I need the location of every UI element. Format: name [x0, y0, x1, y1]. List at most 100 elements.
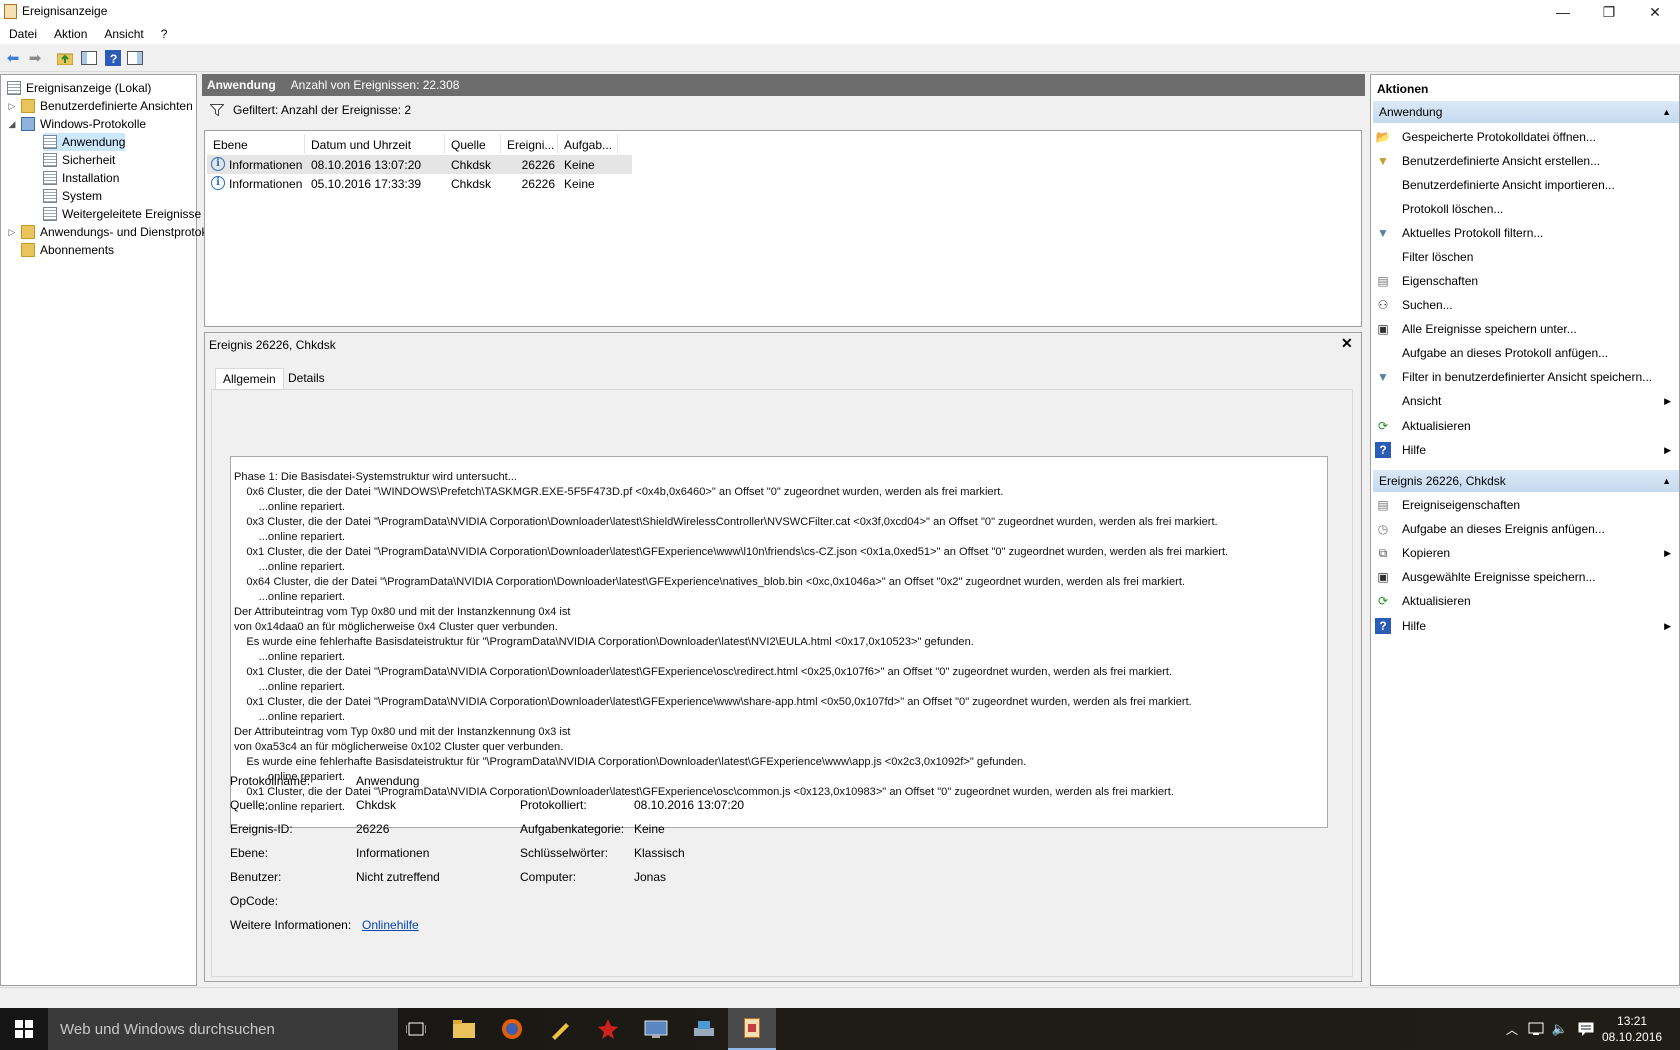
tree-custom-views[interactable]: ▷ Benutzerdefinierte Ansichten — [7, 97, 193, 115]
column-header-task[interactable]: Aufgab... — [558, 134, 618, 154]
help-icon[interactable]: ? — [104, 49, 122, 67]
info-icon: i — [211, 157, 225, 171]
network-icon[interactable] — [1524, 1008, 1548, 1050]
detail-title: Ereignis 26226, Chkdsk — [209, 338, 336, 352]
up-folder-icon[interactable] — [56, 49, 74, 67]
action-properties[interactable]: ▤ Eigenschaften — [1375, 271, 1675, 291]
action-import-custom-view[interactable]: Benutzerdefinierte Ansicht importieren..… — [1375, 175, 1675, 195]
action-label: Filter in benutzerdefinierter Ansicht sp… — [1402, 370, 1653, 384]
row-level: Informationen — [229, 177, 303, 191]
menu-datei[interactable]: Datei — [0, 24, 45, 41]
tree-app-services[interactable]: ▷ Anwendungs- und Dienstprotokolle — [7, 223, 226, 241]
close-detail-icon[interactable]: ✕ — [1341, 335, 1353, 352]
action-save-all-events[interactable]: ▣ Alle Ereignisse speichern unter... — [1375, 319, 1675, 339]
action-clear-filter[interactable]: Filter löschen — [1375, 247, 1675, 267]
taskbar-search-input[interactable]: Web und Windows durchsuchen — [48, 1008, 398, 1050]
minimize-button[interactable]: — — [1540, 0, 1586, 24]
column-header-ebene[interactable]: Ebene — [207, 134, 305, 154]
expand-arrow-icon[interactable]: ▷ — [7, 227, 17, 238]
description-scrollbar[interactable]: ⌃ ⌄ — [1326, 523, 1327, 827]
menu-help[interactable]: ? — [152, 24, 176, 41]
log-icon — [43, 135, 57, 149]
online-help-link[interactable]: Onlinehilfe — [362, 918, 419, 932]
column-header-eventid[interactable]: Ereigni... — [501, 134, 558, 154]
windows-start-icon[interactable] — [0, 1008, 48, 1050]
action-attach-task-log[interactable]: Aufgabe an dieses Protokoll anfügen... — [1375, 343, 1675, 363]
action-refresh-event[interactable]: ⟳ Aktualisieren — [1375, 591, 1675, 611]
menu-aktion[interactable]: Aktion — [45, 24, 95, 41]
refresh-icon: ⟳ — [1377, 594, 1389, 608]
tree-windows-logs[interactable]: ◢ Windows-Protokolle — [7, 115, 146, 133]
back-arrow-icon[interactable]: ⬅ — [4, 49, 22, 67]
table-row[interactable]: i Informationen 05.10.2016 17:33:39 Chkd… — [207, 174, 632, 193]
collapse-arrow-icon[interactable]: ◢ — [7, 119, 17, 130]
action-save-filter-custom-view[interactable]: ▼ Filter in benutzerdefinierter Ansicht s… — [1375, 367, 1675, 387]
action-help-event[interactable]: ? Hilfe ▶ — [1375, 616, 1675, 636]
open-folder-icon: 📂 — [1375, 130, 1391, 144]
label-opcode: OpCode: — [230, 894, 279, 908]
submenu-arrow-icon: ▶ — [1664, 395, 1671, 406]
action-open-saved-log[interactable]: 📂 Gespeicherte Protokolldatei öffnen... — [1375, 127, 1675, 147]
action-search[interactable]: ⚇ Suchen... — [1375, 295, 1675, 315]
maximize-button[interactable]: ❐ — [1586, 0, 1632, 24]
column-header-quelle[interactable]: Quelle — [445, 134, 501, 154]
table-row[interactable]: i Informationen 08.10.2016 13:07:20 Chkd… — [207, 155, 632, 174]
action-attach-task-event[interactable]: ◷ Aufgabe an dieses Ereignis anfügen... — [1375, 519, 1675, 539]
close-button[interactable]: ✕ — [1632, 0, 1678, 24]
section-event[interactable]: Ereignis 26226, Chkdsk ▲ — [1373, 470, 1679, 492]
collapse-arrow-icon[interactable]: ▲ — [1662, 107, 1671, 117]
help-icon: ? — [1375, 618, 1391, 634]
tree-subscriptions[interactable]: Abonnements — [21, 241, 114, 259]
disk-app-icon[interactable] — [680, 1008, 728, 1050]
event-viewer-taskbar-icon[interactable] — [728, 1008, 776, 1050]
action-filter-log[interactable]: ▼ Aktuelles Protokoll filtern... — [1375, 223, 1675, 243]
notifications-icon[interactable] — [1572, 1008, 1600, 1050]
action-save-selected[interactable]: ▣ Ausgewählte Ereignisse speichern... — [1375, 567, 1675, 587]
center-pane: Anwendung Anzahl von Ereignissen: 22.308 … — [202, 74, 1365, 986]
event-detail-pane: Ereignis 26226, Chkdsk ✕ Allgemein Detai… — [204, 332, 1362, 982]
red-app-icon[interactable] — [584, 1008, 632, 1050]
volume-icon[interactable]: 🔈 — [1548, 1008, 1572, 1050]
action-view[interactable]: Ansicht ▶ — [1375, 391, 1675, 411]
action-label: Benutzerdefinierte Ansicht erstellen... — [1402, 154, 1601, 168]
section-anwendung[interactable]: Anwendung ▲ — [1373, 101, 1679, 123]
row-eventid: 26226 — [521, 158, 555, 172]
tree-item-weitergeleitete[interactable]: Weitergeleitete Ereignisse — [43, 205, 201, 223]
tab-allgemein[interactable]: Allgemein — [215, 368, 284, 390]
tree-item-anwendung[interactable]: Anwendung — [43, 133, 126, 151]
tree-root[interactable]: Ereignisanzeige (Lokal) — [7, 79, 151, 97]
clock[interactable]: 13:21 08.10.2016 — [1602, 1013, 1662, 1045]
show-hide-action-pane-icon[interactable] — [126, 49, 144, 67]
filter-icon — [210, 104, 224, 116]
tree-item-system[interactable]: System — [43, 187, 102, 205]
tree-item-installation[interactable]: Installation — [43, 169, 119, 187]
tab-details[interactable]: Details — [281, 368, 332, 390]
column-header-datetime[interactable]: Datum und Uhrzeit — [305, 134, 445, 154]
action-clear-log[interactable]: Protokoll löschen... — [1375, 199, 1675, 219]
menu-ansicht[interactable]: Ansicht — [95, 24, 151, 41]
action-label: Filter löschen — [1402, 250, 1474, 264]
action-label: Hilfe — [1402, 443, 1427, 457]
firefox-icon[interactable] — [488, 1008, 536, 1050]
action-create-custom-view[interactable]: ▼ Benutzerdefinierte Ansicht erstellen... — [1375, 151, 1675, 171]
event-description-box[interactable]: Phase 1: Die Basisdatei-Systemstruktur w… — [230, 456, 1328, 828]
action-label: Benutzerdefinierte Ansicht importieren..… — [1402, 178, 1615, 192]
action-refresh[interactable]: ⟳ Aktualisieren — [1375, 416, 1675, 436]
row-source: Chkdsk — [451, 177, 492, 191]
expand-arrow-icon[interactable]: ▷ — [7, 101, 17, 112]
action-help[interactable]: ? Hilfe ▶ — [1375, 440, 1675, 460]
collapse-arrow-icon[interactable]: ▲ — [1662, 476, 1671, 486]
task-view-icon[interactable] — [392, 1008, 440, 1050]
help-icon: ? — [1375, 442, 1391, 458]
tray-chevron-icon[interactable]: ︿ — [1500, 1008, 1524, 1050]
file-explorer-icon[interactable] — [440, 1008, 488, 1050]
action-event-properties[interactable]: ▤ Ereigniseigenschaften — [1375, 495, 1675, 515]
remote-desktop-icon[interactable] — [632, 1008, 680, 1050]
show-hide-tree-icon[interactable] — [80, 49, 98, 67]
tree-item-sicherheit[interactable]: Sicherheit — [43, 151, 115, 169]
pen-app-icon[interactable] — [536, 1008, 584, 1050]
forward-arrow-icon[interactable]: ➡ — [26, 49, 44, 67]
action-label: Ansicht — [1402, 394, 1442, 408]
title-bar: Ereignisanzeige — ❐ ✕ — [0, 0, 1680, 24]
action-copy[interactable]: ⧉ Kopieren ▶ — [1375, 543, 1675, 563]
